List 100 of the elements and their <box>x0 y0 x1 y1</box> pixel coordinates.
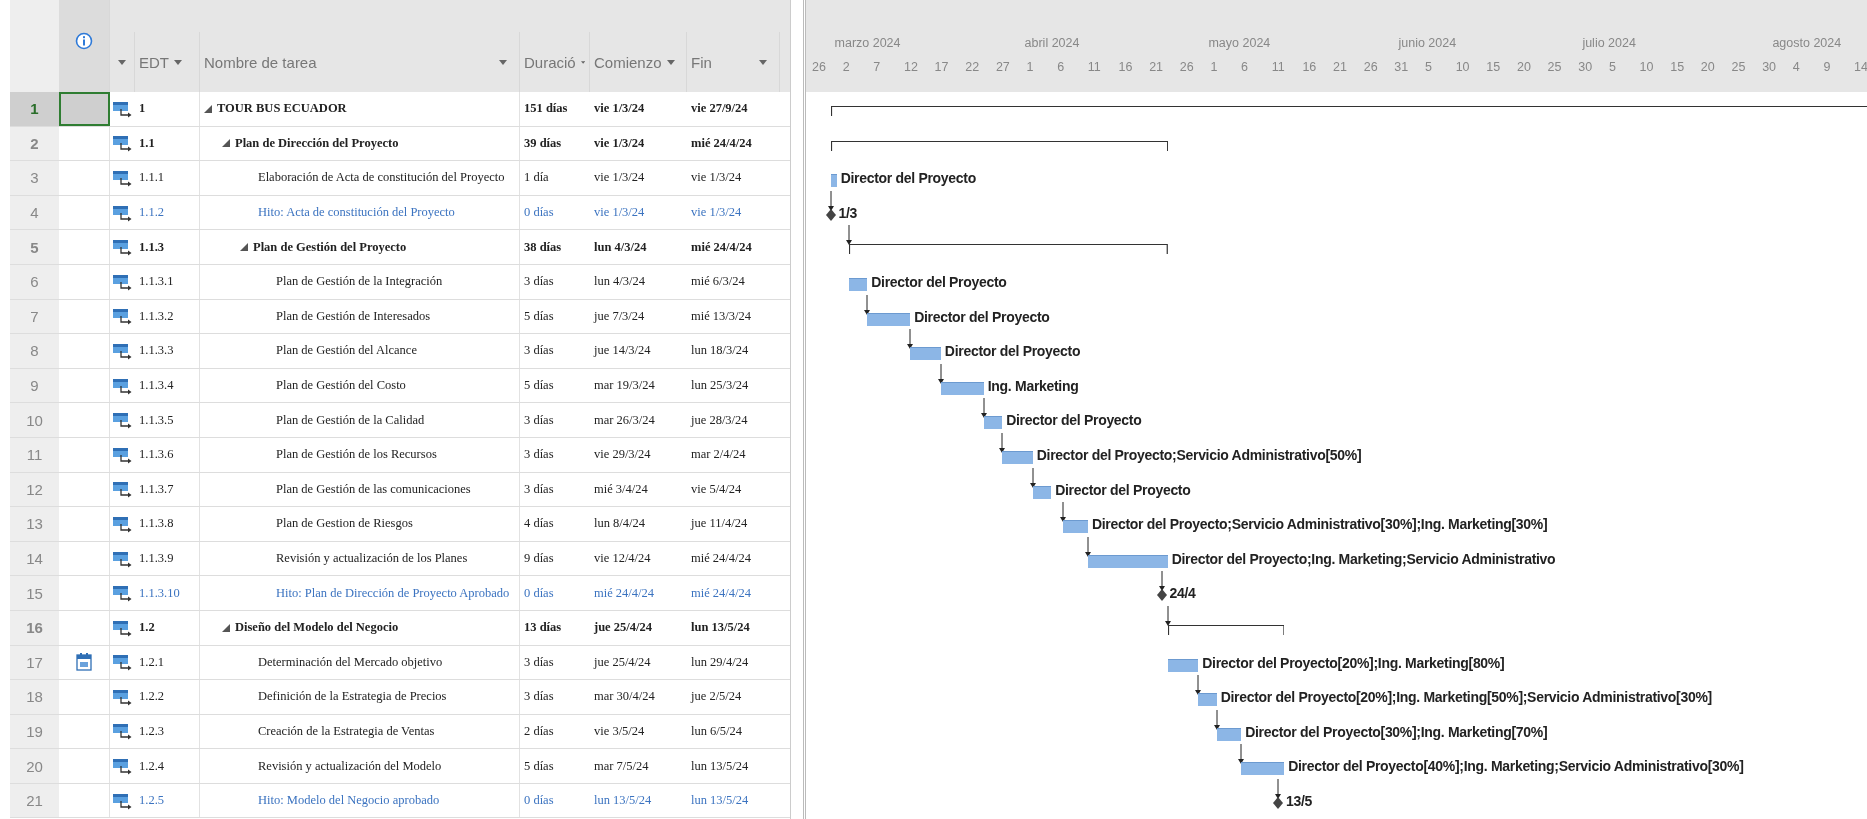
task-name[interactable]: Elaboración de Acta de constitución del Proyecto <box>258 170 505 186</box>
column-header[interactable]: EDT <box>139 53 169 71</box>
task-name[interactable]: Plan de Dirección del Proyecto <box>235 135 399 151</box>
finish-date-cell-text: lun 13/5/24 <box>690 619 751 637</box>
summary-bar[interactable] <box>848 244 1168 255</box>
task-name[interactable]: Plan de Gestión del Costo <box>276 378 406 394</box>
task-bar[interactable] <box>1216 727 1242 741</box>
finish-date-cell-text: mié 6/3/24 <box>690 273 746 291</box>
calendar-icon <box>76 653 92 672</box>
task-name[interactable]: Determinación del Mercado objetivo <box>258 654 443 670</box>
wbs-cell: 1.2 <box>135 610 200 645</box>
dropdown-arrow-icon[interactable] <box>759 59 767 65</box>
duration-cell-text: 0 días <box>523 204 555 222</box>
task-bar[interactable] <box>830 174 837 188</box>
summary-bar[interactable] <box>1167 624 1285 635</box>
task-name[interactable]: Plan de Gestión de Interesados <box>276 308 431 324</box>
day-label: 5 <box>1425 60 1432 74</box>
task-name[interactable]: Plan de Gestión del Proyecto <box>253 239 407 255</box>
dropdown-arrow-icon[interactable] <box>174 59 182 65</box>
task-name[interactable]: Revisión y actualización del Modelo <box>258 758 442 774</box>
row-number[interactable]: 9 <box>10 368 59 403</box>
finish-date-cell-text: mié 24/4/24 <box>690 238 753 256</box>
start-date-cell-text: lun 8/4/24 <box>593 515 647 533</box>
column-header[interactable]: Comienzo <box>594 53 662 71</box>
row-number[interactable]: 3 <box>10 161 59 195</box>
task-bar[interactable] <box>1032 485 1052 499</box>
task-bar[interactable] <box>1198 693 1217 707</box>
start-date-cell-text: vie 1/3/24 <box>593 100 646 118</box>
task-name[interactable]: Creación de la Estrategia de Ventas <box>258 724 435 739</box>
row-number[interactable]: 4 <box>10 195 59 230</box>
dropdown-arrow-icon[interactable] <box>118 59 126 65</box>
day-label: 21 <box>1333 60 1347 74</box>
dropdown-arrow-icon[interactable] <box>499 59 507 65</box>
wbs-cell: 1.1.3.3 <box>135 334 200 368</box>
finish-date-cell-text: vie 1/3/24 <box>690 169 743 187</box>
milestone-diamond[interactable] <box>1273 796 1283 809</box>
auto-scheduled-task-icon <box>111 376 134 395</box>
milestone-date-label: 1/3 <box>838 204 858 221</box>
column-header[interactable]: Duració <box>524 53 576 71</box>
duration-cell-text: 4 días <box>523 515 555 533</box>
milestone-diamond[interactable] <box>1156 589 1167 602</box>
start-date-cell-text: jue 25/4/24 <box>592 653 652 671</box>
task-bar[interactable] <box>910 347 941 361</box>
summary-bar[interactable] <box>830 106 1867 116</box>
row-number[interactable]: 20 <box>10 749 59 783</box>
row-number[interactable]: 14 <box>10 541 59 576</box>
dropdown-arrow-icon[interactable] <box>580 59 585 65</box>
day-label: 4 <box>1792 60 1800 74</box>
task-name[interactable]: Plan de Gestion de Riesgos <box>276 516 413 532</box>
row-number[interactable]: 6 <box>10 264 59 299</box>
row-number[interactable]: 5 <box>10 230 59 264</box>
row-number[interactable]: 12 <box>10 472 59 507</box>
task-bar[interactable] <box>848 277 868 291</box>
row-number[interactable]: 11 <box>10 437 59 472</box>
row-number[interactable]: 13 <box>10 507 59 541</box>
task-name[interactable]: Plan de Gestión del Alcance <box>276 343 417 359</box>
row-number[interactable]: 16 <box>10 610 59 645</box>
row-number[interactable]: 2 <box>10 126 59 161</box>
task-bar[interactable] <box>983 416 1003 430</box>
summary-bar[interactable] <box>830 140 1168 151</box>
collapse-triangle-icon[interactable] <box>240 243 248 252</box>
collapse-triangle-icon[interactable] <box>222 623 230 632</box>
row-number[interactable]: 10 <box>10 403 59 437</box>
auto-scheduled-task-icon <box>111 411 134 430</box>
task-name[interactable]: Plan de Gestión de los Recursos <box>276 447 437 463</box>
task-name[interactable]: Hito: Modelo del Negocio aprobado <box>258 793 440 809</box>
task-name[interactable]: Hito: Plan de Dirección de Proyecto Aprobado <box>276 585 510 601</box>
row-number[interactable]: 15 <box>10 576 59 610</box>
task-name[interactable]: Revisión y actualización de los Planes <box>276 551 468 566</box>
row-number[interactable]: 8 <box>10 334 59 368</box>
start-date-cell-text: vie 1/3/24 <box>593 169 646 187</box>
day-label: 22 <box>965 60 980 74</box>
dropdown-arrow-icon[interactable] <box>666 59 675 65</box>
row-number[interactable]: 18 <box>10 680 59 714</box>
task-bar[interactable] <box>1002 450 1033 464</box>
task-name[interactable]: Plan de Gestión de la Calidad <box>276 412 425 428</box>
row-number[interactable]: 19 <box>10 714 59 749</box>
row-number[interactable]: 1 <box>10 92 59 126</box>
task-bar[interactable] <box>1087 554 1168 568</box>
row-number[interactable]: 17 <box>10 645 59 680</box>
duration-cell-text: 1 día <box>523 169 550 187</box>
task-name[interactable]: Plan de Gestión de la Integración <box>276 274 443 290</box>
collapse-triangle-icon[interactable] <box>204 104 212 113</box>
column-header[interactable]: Nombre de tarea <box>204 53 317 71</box>
task-name[interactable]: Plan de Gestión de las comunicaciones <box>276 481 471 497</box>
task-bar[interactable] <box>940 381 984 395</box>
row-number[interactable]: 7 <box>10 299 59 334</box>
duration-cell-text: 39 días <box>523 134 563 152</box>
column-header[interactable]: Fin <box>691 53 712 71</box>
task-bar[interactable] <box>1167 658 1199 672</box>
collapse-triangle-icon[interactable] <box>222 139 230 148</box>
task-name[interactable]: Definición de la Estrategia de Precios <box>258 689 447 705</box>
task-bar[interactable] <box>1063 520 1088 534</box>
task-name[interactable]: TOUR BUS ECUADOR <box>217 101 347 117</box>
milestone-diamond[interactable] <box>825 208 836 221</box>
task-bar[interactable] <box>1241 762 1285 776</box>
task-name[interactable]: Diseño del Modelo del Negocio <box>235 620 399 636</box>
task-bar[interactable] <box>867 312 911 326</box>
task-name[interactable]: Hito: Acta de constitución del Proyecto <box>258 205 455 221</box>
row-number[interactable]: 21 <box>10 783 59 818</box>
